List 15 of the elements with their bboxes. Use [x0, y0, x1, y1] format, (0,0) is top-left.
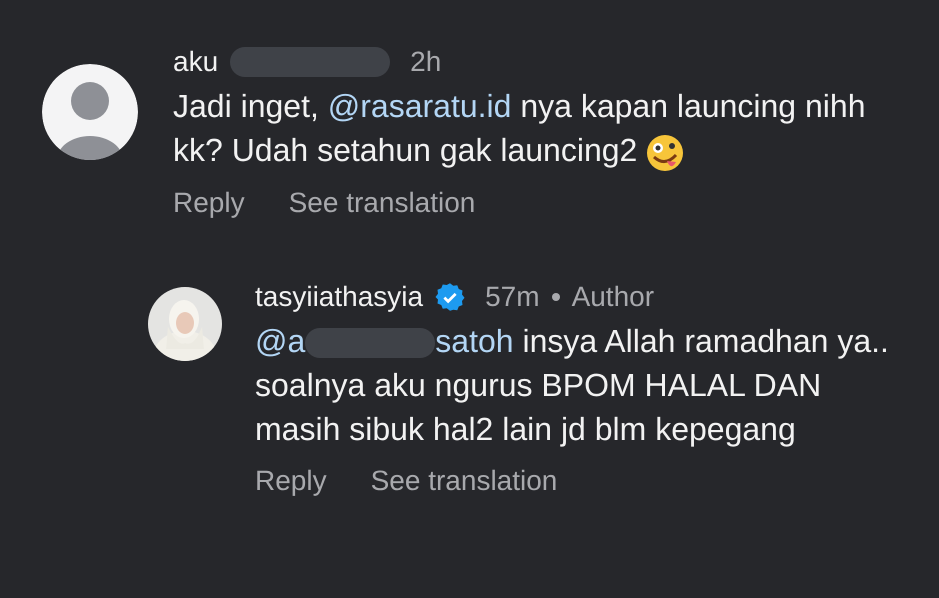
comment-action-link[interactable]: Reply	[173, 184, 245, 221]
comment-action-link[interactable]: See translation	[370, 462, 558, 499]
bullet-icon	[552, 292, 560, 301]
comment-text: Jadi inget, @rasaratu.id nya kapan launcing nihh kk? Udah setahun gak launcing2	[173, 84, 883, 173]
timestamp: 2h	[410, 45, 442, 79]
emoji-icon	[645, 132, 686, 173]
timestamp: 57m	[485, 280, 540, 314]
comment-text: @a satoh insya Allah ramadhan ya.. soalnya aku ngurus BPOM HALAL DAN masih sibuk hal2 lain jd blm kepegang	[255, 322, 890, 449]
username[interactable]: tasyiiathasyia	[255, 278, 424, 315]
verified-badge-icon	[435, 282, 466, 312]
username[interactable]: aku	[173, 44, 218, 80]
author-label: Author	[572, 280, 654, 314]
avatar-icon	[42, 64, 138, 160]
comment-action-link[interactable]: Reply	[255, 462, 327, 499]
comment-action-link[interactable]: See translation	[288, 184, 476, 221]
